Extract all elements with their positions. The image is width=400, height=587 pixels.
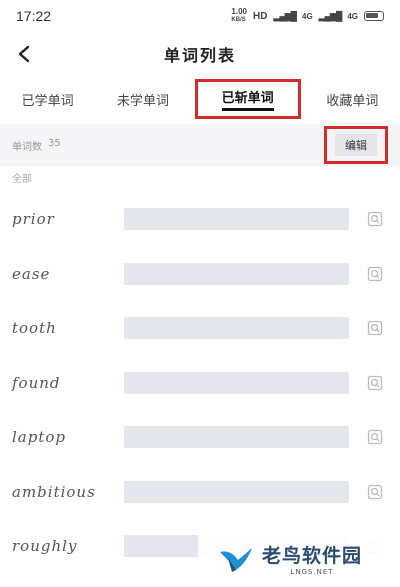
- list-item[interactable]: found: [0, 356, 400, 411]
- hidden-meaning[interactable]: [124, 317, 349, 340]
- page-title: 单词列表: [163, 46, 236, 65]
- word-text: tooth: [12, 319, 57, 338]
- tab-learned-words[interactable]: 已学单词: [0, 79, 95, 119]
- tab-label: 收藏单词: [326, 93, 379, 109]
- tab-label: 已斩单词: [221, 87, 274, 111]
- section-label: 全部: [12, 174, 32, 185]
- word-text: laptop: [12, 428, 67, 447]
- signal-icon-2: ▂▄▆█: [318, 10, 343, 21]
- word-text: prior: [12, 210, 55, 229]
- hidden-meaning[interactable]: [124, 371, 349, 394]
- word-text: ambitious: [12, 482, 96, 501]
- hd-icon: HD: [252, 10, 268, 22]
- tab-label: 已学单词: [21, 93, 74, 109]
- lookup-icon[interactable]: [366, 428, 384, 446]
- tab-bar: 已学单词 未学单词 已斩单词 收藏单词: [0, 76, 400, 122]
- edit-button[interactable]: 编辑: [335, 134, 377, 156]
- tab-unlearned-words[interactable]: 未学单词: [95, 79, 190, 119]
- edit-highlight: 编辑: [324, 126, 388, 164]
- back-arrow-icon[interactable]: [10, 40, 38, 68]
- word-text: roughly: [12, 537, 78, 556]
- lookup-icon[interactable]: [366, 319, 384, 337]
- list-item[interactable]: laptop: [0, 410, 400, 465]
- tab-favorite-words[interactable]: 收藏单词: [305, 79, 400, 119]
- lookup-icon[interactable]: [366, 374, 384, 392]
- signal-icon: ▂▄▆█: [273, 10, 297, 21]
- status-bar: 17:22 1.00 KB/S HD ▂▄▆█ 4G ▂▄▆█ 4G: [0, 0, 400, 32]
- word-count-label: 单词数: [12, 141, 42, 153]
- word-text: found: [12, 373, 61, 392]
- status-icons: 1.00 KB/S HD ▂▄▆█ 4G ▂▄▆█ 4G: [231, 8, 384, 24]
- app-screen: 17:22 1.00 KB/S HD ▂▄▆█ 4G ▂▄▆█ 4G 单词列表 已…: [0, 0, 400, 587]
- tab-label: 未学单词: [116, 93, 169, 109]
- network-speed: 1.00 KB/S: [231, 7, 247, 24]
- lookup-icon[interactable]: [366, 483, 384, 501]
- word-list: prior ease tooth found laptop ambitious …: [0, 192, 400, 574]
- hidden-meaning[interactable]: [124, 208, 349, 231]
- word-count-value: 35: [48, 137, 61, 149]
- list-item[interactable]: ambitious: [0, 465, 400, 520]
- watermark-main: 老鸟软件园: [262, 545, 363, 567]
- summary-bar: 单词数 35 编辑: [0, 124, 400, 166]
- hidden-meaning[interactable]: [124, 262, 349, 285]
- battery-icon: [364, 11, 384, 21]
- bird-logo-icon: [220, 547, 252, 572]
- tab-slashed-words[interactable]: 已斩单词: [194, 79, 301, 119]
- list-item[interactable]: tooth: [0, 301, 400, 356]
- list-item[interactable]: prior: [0, 192, 400, 247]
- lookup-icon[interactable]: [366, 265, 384, 283]
- word-text: ease: [12, 264, 51, 283]
- signal-label-1: 4G: [302, 11, 313, 21]
- status-time: 17:22: [16, 8, 52, 24]
- hidden-meaning[interactable]: [124, 480, 349, 503]
- watermark-text: 老鸟软件园 LNGS.NET: [262, 541, 362, 576]
- watermark: 老鸟软件园 LNGS.NET: [198, 530, 400, 587]
- list-item[interactable]: ease: [0, 247, 400, 302]
- header: 单词列表: [0, 32, 400, 76]
- hidden-meaning[interactable]: [124, 426, 349, 449]
- word-count: 单词数 35: [12, 138, 61, 153]
- lookup-icon[interactable]: [366, 210, 384, 228]
- signal-label-2: 4G: [347, 11, 358, 21]
- watermark-sub: LNGS.NET: [290, 568, 334, 576]
